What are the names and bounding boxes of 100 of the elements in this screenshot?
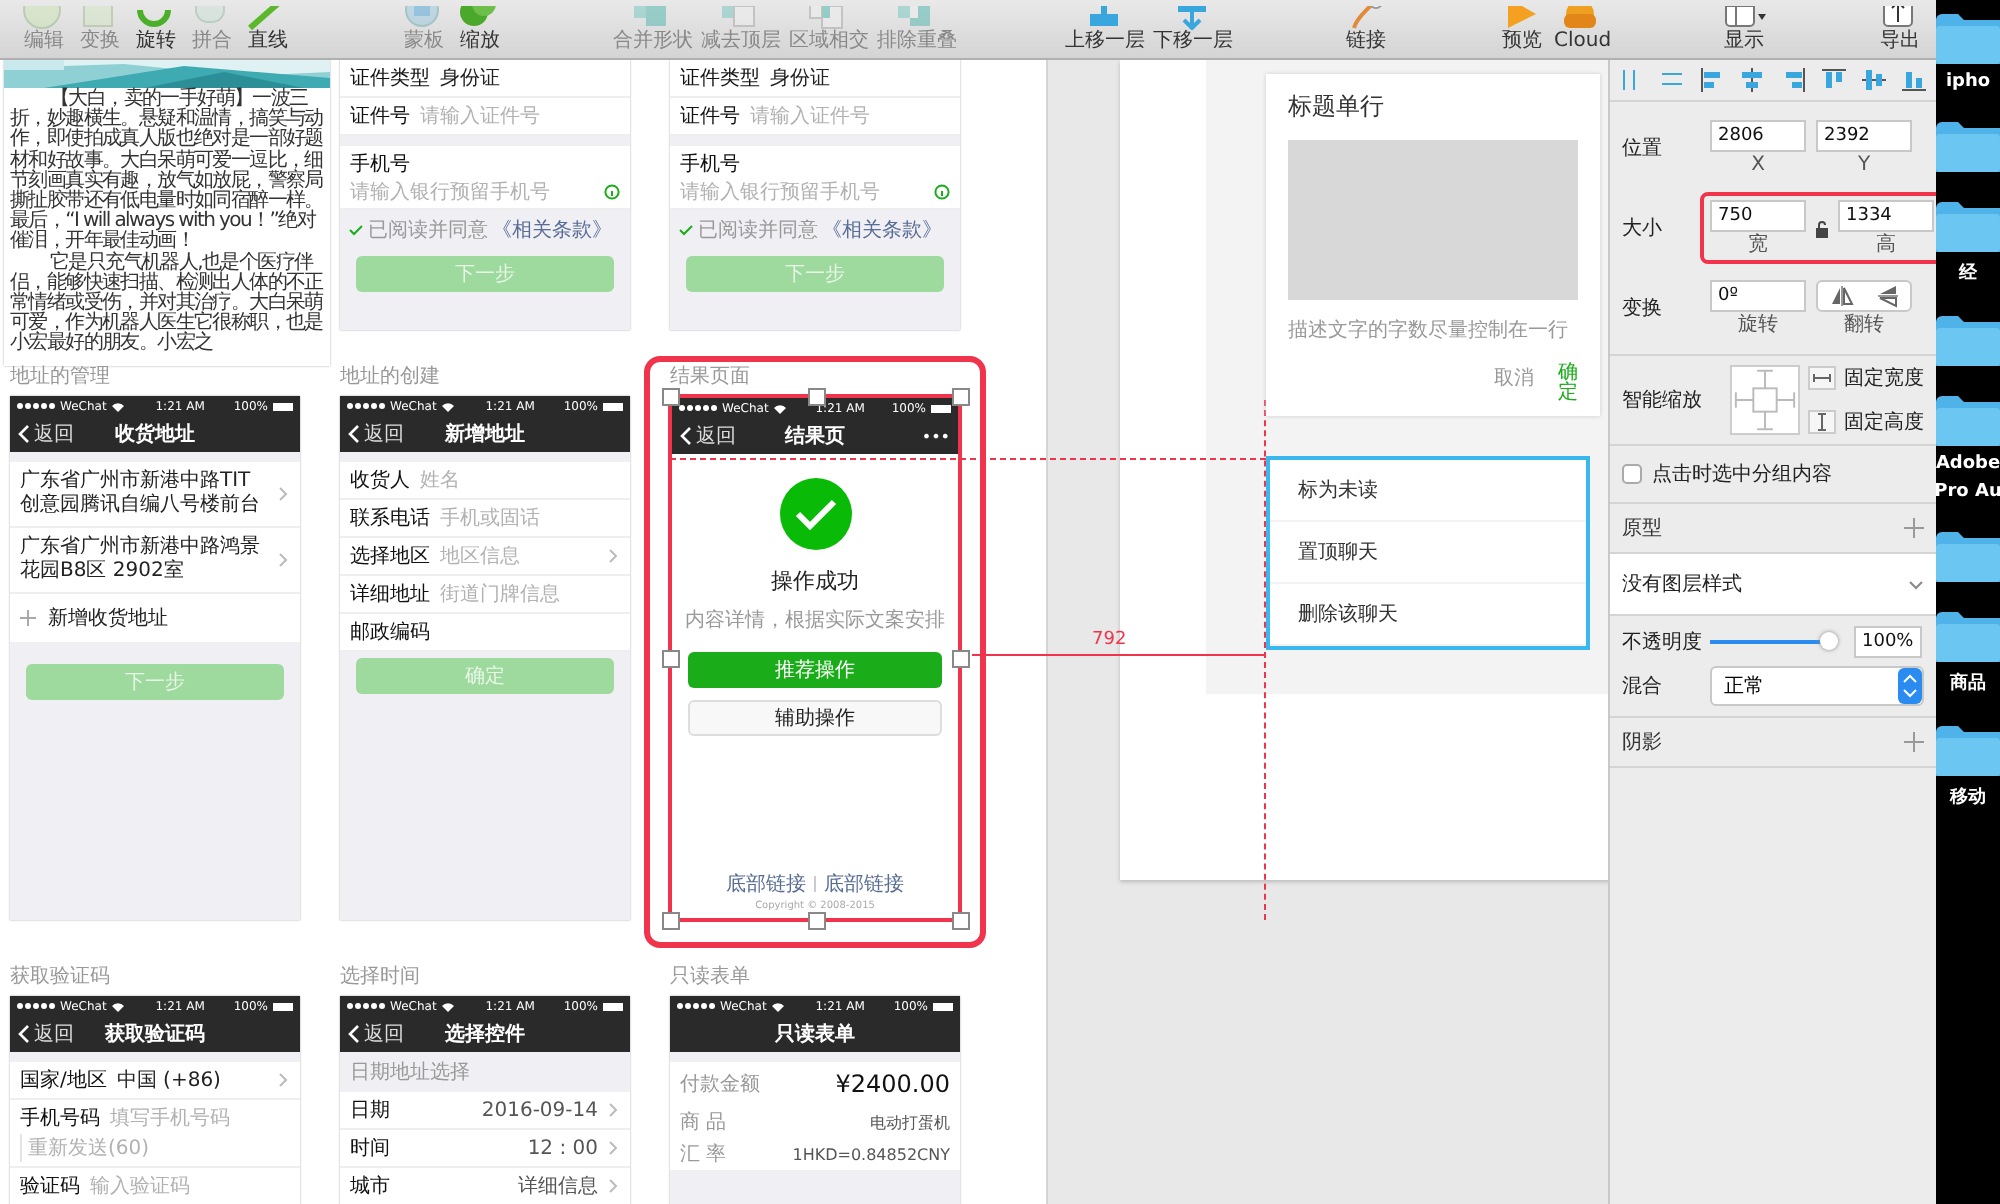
input-field[interactable]: 手机或固话 (440, 506, 620, 530)
input-field[interactable]: 填写手机号码 (110, 1106, 290, 1130)
resize-handle[interactable] (662, 912, 680, 930)
toolbar-button[interactable]: 直线 (244, 6, 292, 54)
back-button[interactable]: 返回 (348, 1020, 445, 1048)
back-button[interactable]: 返回 (18, 1020, 105, 1048)
footer-link[interactable]: 底部链接 (726, 870, 806, 898)
back-button[interactable]: 返回 (348, 420, 445, 448)
picker-row[interactable]: 时间 12 : 00 (340, 1130, 630, 1168)
flip-vertical-icon[interactable] (1875, 284, 1899, 308)
folder-label: 经 (1959, 261, 1977, 286)
form-row[interactable]: 验证码 输入验证码 (10, 1168, 300, 1204)
toolbar-button[interactable]: 下移一层 (1153, 6, 1234, 54)
chevron-left-icon (680, 426, 692, 446)
checkbox[interactable] (678, 222, 694, 238)
field-label: 大小 (1622, 215, 1664, 242)
back-button[interactable]: 返回 (18, 420, 115, 448)
add-address-button[interactable]: 新增收货地址 (10, 594, 300, 642)
menu-item[interactable]: 置顶聊天 (1270, 522, 1586, 584)
folder-icon[interactable] (1936, 610, 2000, 662)
picker-row[interactable]: 日期 2016-09-14 (340, 1092, 630, 1130)
folder-icon[interactable] (1936, 394, 2000, 446)
form-row[interactable]: 手机号 请输入银行预留手机号 (670, 146, 960, 210)
wifi-icon (770, 1001, 787, 1011)
terms-link[interactable]: 《相关条款》 (492, 216, 612, 244)
layout-icon (1719, 6, 1768, 30)
align-icon[interactable] (1819, 66, 1848, 94)
align-icon[interactable] (1738, 66, 1767, 94)
toolbar-button[interactable]: 上移一层 (1065, 6, 1146, 54)
footer-link[interactable]: 底部链接 (824, 870, 904, 898)
fixed-width-icon[interactable] (1808, 366, 1836, 390)
field-label: 选择地区 (350, 543, 430, 570)
fixed-height-icon[interactable] (1808, 410, 1836, 434)
form-row[interactable]: 手机号 请输入银行预留手机号 (340, 146, 630, 210)
input-field[interactable]: 1334 (1838, 200, 1934, 232)
blend-select[interactable]: 正常 (1710, 666, 1924, 706)
checkbox[interactable] (1622, 464, 1642, 484)
address-row[interactable]: 广东省广州市新港中路TIT创意园腾讯自编八号楼前台 (10, 462, 300, 528)
input-field[interactable]: 地区信息 (440, 544, 598, 568)
field-label: 国家/地区 (20, 1067, 107, 1094)
form-row[interactable]: 详细地址 街道门牌信息 (340, 576, 630, 614)
folder-icon[interactable] (1936, 724, 2000, 776)
input-field[interactable]: 输入验证码 (90, 1174, 290, 1198)
resize-handle[interactable] (807, 388, 825, 406)
battery-icon (932, 1001, 954, 1011)
input-field[interactable]: 750 (1710, 200, 1806, 232)
align-icon[interactable] (1859, 66, 1888, 94)
form-row[interactable]: 手机号码 填写手机号码 重新发送(60) (10, 1100, 300, 1168)
form-row[interactable]: 选择地区 地区信息 (340, 538, 630, 576)
form-row[interactable]: 证件号 请输入证件号 (340, 98, 630, 136)
flip-horizontal-icon[interactable] (1829, 284, 1853, 308)
resize-handle[interactable] (952, 650, 970, 668)
flip-control[interactable] (1816, 280, 1912, 312)
signal-icon (676, 1002, 716, 1010)
resize-handle[interactable] (807, 912, 825, 930)
resize-handle[interactable] (952, 388, 970, 406)
form-row[interactable]: 联系电话 手机或固话 (340, 500, 630, 538)
resize-handle[interactable] (952, 912, 970, 930)
stepper-icon (1898, 668, 1922, 704)
form-row[interactable]: 证件号 请输入证件号 (670, 98, 960, 136)
input-field[interactable]: 街道门牌信息 (440, 582, 620, 606)
folder-icon[interactable] (1936, 120, 2000, 172)
input-field[interactable]: 请输入证件号 (420, 104, 620, 128)
resize-handle[interactable] (662, 650, 680, 668)
folder-icon[interactable] (1936, 12, 2000, 64)
input-field[interactable]: 请输入证件号 (750, 104, 950, 128)
picker-row[interactable]: 城市 详细信息 (340, 1168, 630, 1204)
agreement-text: 已阅读并同意 (698, 217, 818, 244)
battery-icon (930, 403, 952, 413)
toolbar-button[interactable]: 旋转 (132, 6, 180, 54)
toolbar-button[interactable]: 缩放 (456, 6, 505, 54)
input-field[interactable]: 姓名 (420, 468, 620, 492)
toolbar-button[interactable]: 链接 (1341, 6, 1390, 54)
input-field[interactable]: 0º (1710, 280, 1806, 312)
more-button[interactable]: ••• (921, 427, 950, 445)
align-icon[interactable] (1899, 66, 1928, 94)
toolbar-button[interactable]: 显示 (1719, 6, 1768, 54)
style-dropdown[interactable]: 没有图层样式 (1610, 554, 1936, 616)
address-row[interactable]: 广东省广州市新港中路鸿景花园B8区 2902室 (10, 528, 300, 594)
back-button[interactable]: 返回 (680, 422, 785, 450)
input-field[interactable]: 100% (1854, 626, 1922, 658)
input-field[interactable]: 请输入银行预留手机号 (680, 180, 924, 204)
menu-item[interactable]: 删除该聊天 (1270, 584, 1586, 646)
terms-link[interactable]: 《相关条款》 (822, 216, 942, 244)
menu-item[interactable]: 标为未读 (1270, 460, 1586, 522)
lock-icon[interactable] (1816, 219, 1828, 237)
form-row[interactable]: 收货人 姓名 (340, 462, 630, 500)
opacity-slider[interactable] (1710, 632, 1838, 652)
toolbar-button[interactable]: 导出 (1876, 6, 1924, 54)
input-field[interactable]: 请输入银行预留手机号 (350, 180, 594, 204)
toolbar-button[interactable]: 预览 (1498, 6, 1547, 54)
action-button[interactable]: 辅助操作 (688, 700, 942, 736)
input-field[interactable]: 2392 (1816, 120, 1912, 152)
checkbox[interactable] (348, 222, 364, 238)
resize-handle[interactable] (662, 388, 680, 406)
toolbar-button[interactable]: Cloud (1554, 6, 1612, 54)
input-field[interactable]: 2806 (1710, 120, 1806, 152)
folder-icon[interactable] (1936, 200, 2000, 252)
folder-icon[interactable] (1936, 314, 2000, 366)
folder-icon[interactable] (1936, 530, 2000, 582)
